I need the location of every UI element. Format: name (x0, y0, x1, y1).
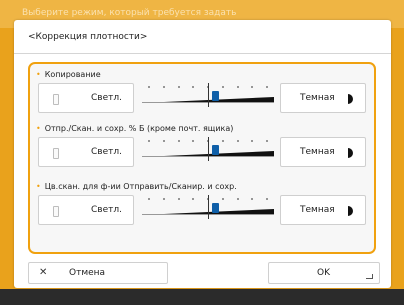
section-label-text: Отпр./Скан. и сохр. % Б (кроме почт. ящи… (44, 124, 234, 133)
section-send-scan-store: • Отпр./Скан. и сохр. % Б (кроме почт. ящ… (30, 122, 374, 182)
dark-halfmoon-icon (348, 148, 353, 158)
slider-dot (221, 140, 224, 142)
ok-button[interactable]: OK (268, 262, 380, 284)
density-correction-dialog: <Коррекция плотности> • Копирование Светл… (14, 20, 391, 288)
slider-center-tick (208, 195, 209, 219)
slider-dot (148, 198, 150, 200)
close-icon: ✕ (39, 267, 48, 278)
slider-dot (162, 86, 165, 88)
slider-dot (177, 86, 180, 88)
slider-thumb[interactable] (212, 203, 219, 213)
slider-dot (236, 198, 239, 200)
slider-dot (221, 86, 224, 88)
slider-dot (148, 86, 150, 88)
slider-center-tick (208, 137, 209, 161)
ok-button-label: OK (317, 268, 330, 278)
lighter-button[interactable]: Светл. (38, 83, 134, 113)
slider-dot (148, 140, 150, 142)
slider-dot (266, 86, 268, 88)
dark-halfmoon-icon (348, 206, 353, 216)
dialog-title: <Коррекция плотности> (28, 32, 148, 42)
title-divider (14, 53, 391, 54)
dark-halfmoon-icon (348, 94, 353, 104)
light-lamp-icon (53, 206, 59, 217)
bullet-icon: • (36, 124, 41, 133)
slider-center-tick (208, 83, 209, 107)
slider-dot (177, 140, 180, 142)
section-label: • Отпр./Скан. и сохр. % Б (кроме почт. ящ… (36, 124, 233, 133)
light-lamp-icon (53, 148, 59, 159)
lighter-button-label: Светл. (91, 205, 122, 215)
slider-dot (162, 198, 165, 200)
lighter-button[interactable]: Светл. (38, 195, 134, 225)
slider-dot (251, 140, 254, 142)
section-color-scan: • Цв.скан. для ф-ии Отправить/Сканир. и с… (30, 180, 374, 240)
slider-dot (192, 198, 195, 200)
light-lamp-icon (53, 94, 59, 105)
section-label-text: Копирование (44, 70, 101, 79)
slider-dot (192, 86, 195, 88)
lighter-button-label: Светл. (91, 147, 122, 157)
section-label: • Цв.скан. для ф-ии Отправить/Сканир. и с… (36, 182, 237, 191)
bullet-icon: • (36, 70, 41, 79)
enter-icon (366, 274, 373, 279)
background-hint-text: Выберите режим, который требуется задать (22, 8, 237, 18)
slider-thumb[interactable] (212, 145, 219, 155)
slider-thumb[interactable] (212, 91, 219, 101)
bullet-icon: • (36, 182, 41, 191)
cancel-button[interactable]: ✕ Отмена (28, 262, 168, 284)
section-copy: • Копирование Светл. Темная (30, 68, 374, 128)
slider-dot (251, 86, 254, 88)
density-slider[interactable] (142, 195, 274, 225)
darker-button[interactable]: Темная (280, 195, 366, 225)
darker-button-label: Темная (300, 205, 335, 215)
darker-button-label: Темная (300, 147, 335, 157)
slider-dot (192, 140, 195, 142)
section-label-text: Цв.скан. для ф-ии Отправить/Сканир. и со… (44, 182, 237, 191)
slider-dot (266, 198, 268, 200)
density-slider[interactable] (142, 83, 274, 113)
lighter-button-label: Светл. (91, 93, 122, 103)
slider-dot (177, 198, 180, 200)
darker-button[interactable]: Темная (280, 83, 366, 113)
slider-dot (251, 198, 254, 200)
section-label: • Копирование (36, 70, 101, 79)
slider-dot (266, 140, 268, 142)
cancel-button-label: Отмена (69, 268, 106, 278)
lighter-button[interactable]: Светл. (38, 137, 134, 167)
slider-dot (236, 140, 239, 142)
darker-button[interactable]: Темная (280, 137, 366, 167)
slider-dot (162, 140, 165, 142)
background-bottom-bar (0, 289, 404, 305)
slider-dot (221, 198, 224, 200)
darker-button-label: Темная (300, 93, 335, 103)
density-sections-panel: • Копирование Светл. Темная • Отпр./Скан. … (28, 62, 376, 254)
slider-dot (236, 86, 239, 88)
density-slider[interactable] (142, 137, 274, 167)
